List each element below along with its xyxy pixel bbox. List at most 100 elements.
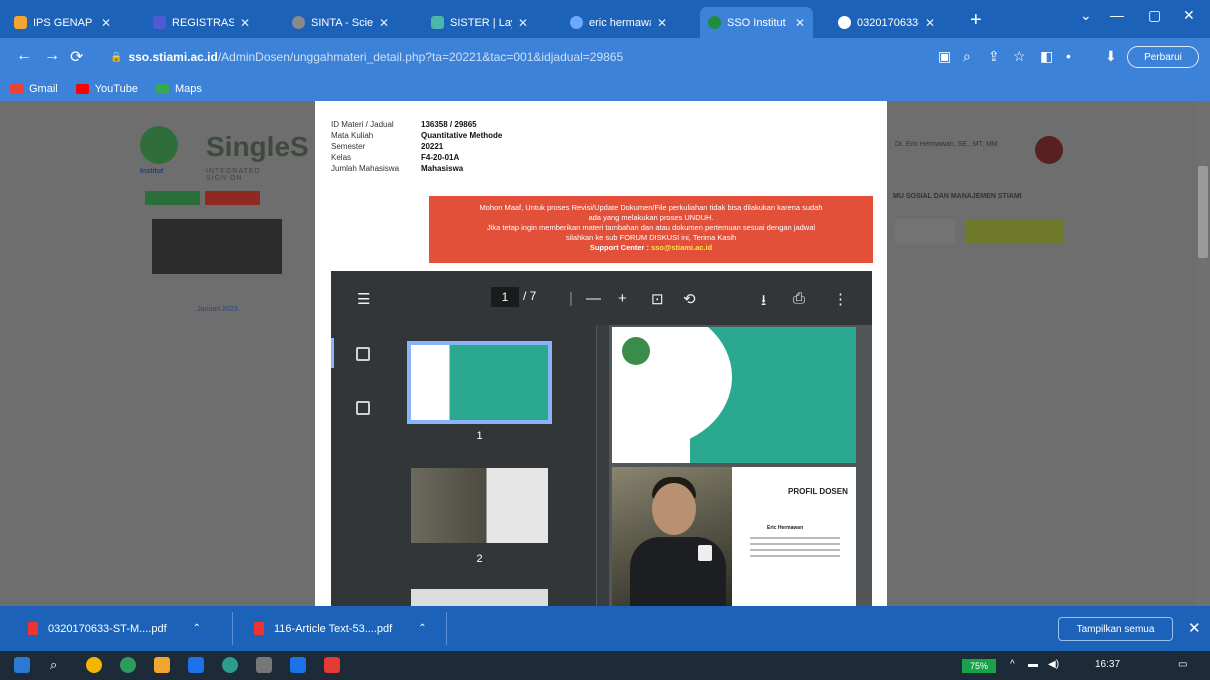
bookmark-star-icon[interactable]: ☆ (1013, 48, 1026, 65)
page-content: SingleS INTEGRATED SIGN ON Institut Janu… (0, 101, 1196, 606)
alert-text: Jika tetap ingin memberikan materi tamba… (486, 223, 816, 232)
tab-sinta[interactable]: SINTA - Scien ✕ (284, 7, 397, 38)
info-label: Semester (331, 142, 366, 151)
pdf-page-area[interactable]: PROFIL DOSEN Eric Hermawan (596, 325, 872, 606)
tab-ips-genap[interactable]: IPS GENAP - ✕ (6, 7, 119, 38)
fit-page-icon[interactable]: ⊡ (651, 290, 664, 308)
app-icon[interactable] (324, 657, 340, 673)
chevron-up-icon[interactable]: ⌃ (193, 623, 201, 634)
close-icon[interactable]: ✕ (795, 16, 805, 30)
new-tab-button[interactable]: + (970, 9, 982, 32)
translate-icon[interactable]: ▣ (938, 48, 951, 65)
close-icon[interactable]: ✕ (379, 16, 389, 30)
update-button[interactable]: Perbarui (1127, 46, 1199, 68)
search-icon[interactable]: ⌕ (50, 657, 66, 673)
show-all-button[interactable]: Tampilkan semua (1058, 617, 1173, 641)
tab-favicon-icon (14, 16, 27, 29)
page-number-input[interactable]: 1 (491, 287, 519, 307)
share-icon[interactable]: ⇪ (988, 48, 1000, 65)
bookmark-maps[interactable]: Maps (155, 83, 202, 95)
zoom-out-icon[interactable]: — (586, 290, 601, 307)
page-thumbnail[interactable] (411, 589, 548, 606)
divider (446, 612, 447, 645)
alert-text: ada yang melakukan proses UNDUH. (588, 213, 714, 222)
tab-title: IPS GENAP - (33, 16, 95, 29)
info-row: Kelas F4-20-01A (331, 152, 502, 163)
tab-sister[interactable]: SISTER | Layan ✕ (423, 7, 536, 38)
outline-icon[interactable] (356, 401, 370, 415)
tab-pdf-download[interactable]: 0320170633- ✕ (830, 7, 943, 38)
pdf-viewer: ☰ 1 / 7 | — + ⊡ ⟲ ⭳ ⎙ ⋮ 1 2 PROFIL DOSEN… (331, 271, 872, 606)
tab-registrasi[interactable]: REGISTRASI D ✕ (145, 7, 258, 38)
sidepanel-icon[interactable]: ◧ (1040, 48, 1053, 65)
tab-search-icon[interactable]: ⌄ (1080, 7, 1092, 24)
battery-indicator[interactable]: 75% (962, 659, 996, 673)
info-value: 136358 / 29865 (421, 120, 477, 129)
close-window-button[interactable]: ✕ (1183, 7, 1195, 24)
info-label: Jumlah Mahasiswa (331, 164, 400, 173)
info-value: Quantitative Methode (421, 131, 503, 140)
bookmarks-bar: Gmail YouTube Maps (0, 76, 1210, 101)
tray-chevron-icon[interactable]: ^ (1010, 659, 1015, 670)
text-line (750, 537, 840, 539)
download-icon[interactable]: ⭳ (761, 290, 766, 315)
chevron-up-icon[interactable]: ⌃ (418, 623, 426, 634)
bookmark-label: YouTube (94, 82, 138, 95)
close-icon[interactable]: ✕ (240, 16, 250, 30)
material-detail-modal: ID Materi / Jadual 136358 / 29865 Mata K… (315, 101, 887, 606)
page-thumbnail[interactable]: 1 (407, 341, 552, 442)
close-icon[interactable]: ✕ (518, 16, 528, 30)
notification-icon[interactable]: ▭ (1178, 659, 1187, 670)
course-info: ID Materi / Jadual 136358 / 29865 Mata K… (331, 119, 502, 174)
address-bar[interactable]: 🔒 sso.stiami.ac.id /AdminDosen/unggahmat… (100, 44, 930, 70)
scrollbar-thumb[interactable] (1198, 166, 1208, 258)
app-icon[interactable] (290, 657, 306, 673)
download-icon[interactable]: ⬇ (1105, 48, 1117, 65)
close-icon[interactable]: ✕ (101, 16, 111, 30)
volume-icon[interactable]: ◀) (1048, 659, 1059, 670)
pdf-page (612, 327, 856, 463)
edge-icon[interactable] (120, 657, 136, 673)
tab-title: eric hermawan (589, 16, 651, 29)
thumbnails-icon[interactable] (356, 347, 370, 361)
menu-icon[interactable]: ☰ (357, 290, 370, 308)
info-label: ID Materi / Jadual (331, 120, 394, 129)
thumbnail-image (411, 468, 548, 543)
rotate-icon[interactable]: ⟲ (683, 290, 696, 308)
forward-icon[interactable]: → (44, 47, 60, 65)
minimize-button[interactable]: — (1110, 7, 1124, 23)
clock[interactable]: 16:37 (1095, 659, 1120, 670)
back-icon[interactable]: ← (16, 47, 32, 65)
zoom-in-icon[interactable]: + (618, 290, 627, 307)
print-icon[interactable]: ⎙ (793, 290, 805, 307)
page-scrollbar[interactable] (1196, 101, 1210, 606)
chrome-icon[interactable] (86, 657, 102, 673)
tab-sso-institut[interactable]: SSO Institut ST ✕ (700, 7, 814, 38)
reload-icon[interactable]: ⟳ (70, 47, 83, 67)
pdf-scrollbar[interactable] (597, 325, 609, 606)
info-row: Jumlah Mahasiswa Mahasiswa (331, 163, 502, 174)
bookmark-gmail[interactable]: Gmail (10, 83, 58, 95)
app-icon[interactable] (256, 657, 272, 673)
bookmark-youtube[interactable]: YouTube (75, 82, 138, 95)
maximize-button[interactable]: ▢ (1148, 7, 1161, 24)
app-icon[interactable] (222, 657, 238, 673)
file-explorer-icon[interactable] (154, 657, 170, 673)
download-item[interactable]: 116-Article Text-53....pdf ⌃ (226, 606, 427, 651)
support-email-link[interactable]: sso@stiami.ac.id (651, 243, 712, 252)
more-options-icon[interactable]: ⋮ (833, 290, 848, 308)
thumbnail-image (407, 341, 552, 424)
close-icon[interactable]: ✕ (1188, 619, 1201, 637)
zoom-icon[interactable]: ⌕ (963, 48, 971, 65)
tab-eric-hermawan[interactable]: eric hermawan ✕ (562, 7, 675, 38)
close-icon[interactable]: ✕ (925, 16, 935, 30)
download-item[interactable]: 0320170633-ST-M....pdf ⌃ (0, 606, 201, 651)
logo-text: SingleS (206, 131, 309, 162)
close-icon[interactable]: ✕ (657, 16, 667, 30)
start-icon[interactable] (14, 657, 30, 673)
bg-calendar: Januari 2023 (150, 306, 285, 381)
page-thumbnail[interactable]: 2 (411, 468, 548, 565)
profile-dot-icon[interactable]: • (1066, 48, 1071, 64)
network-icon[interactable]: ▬ (1028, 659, 1038, 670)
app-icon[interactable] (188, 657, 204, 673)
